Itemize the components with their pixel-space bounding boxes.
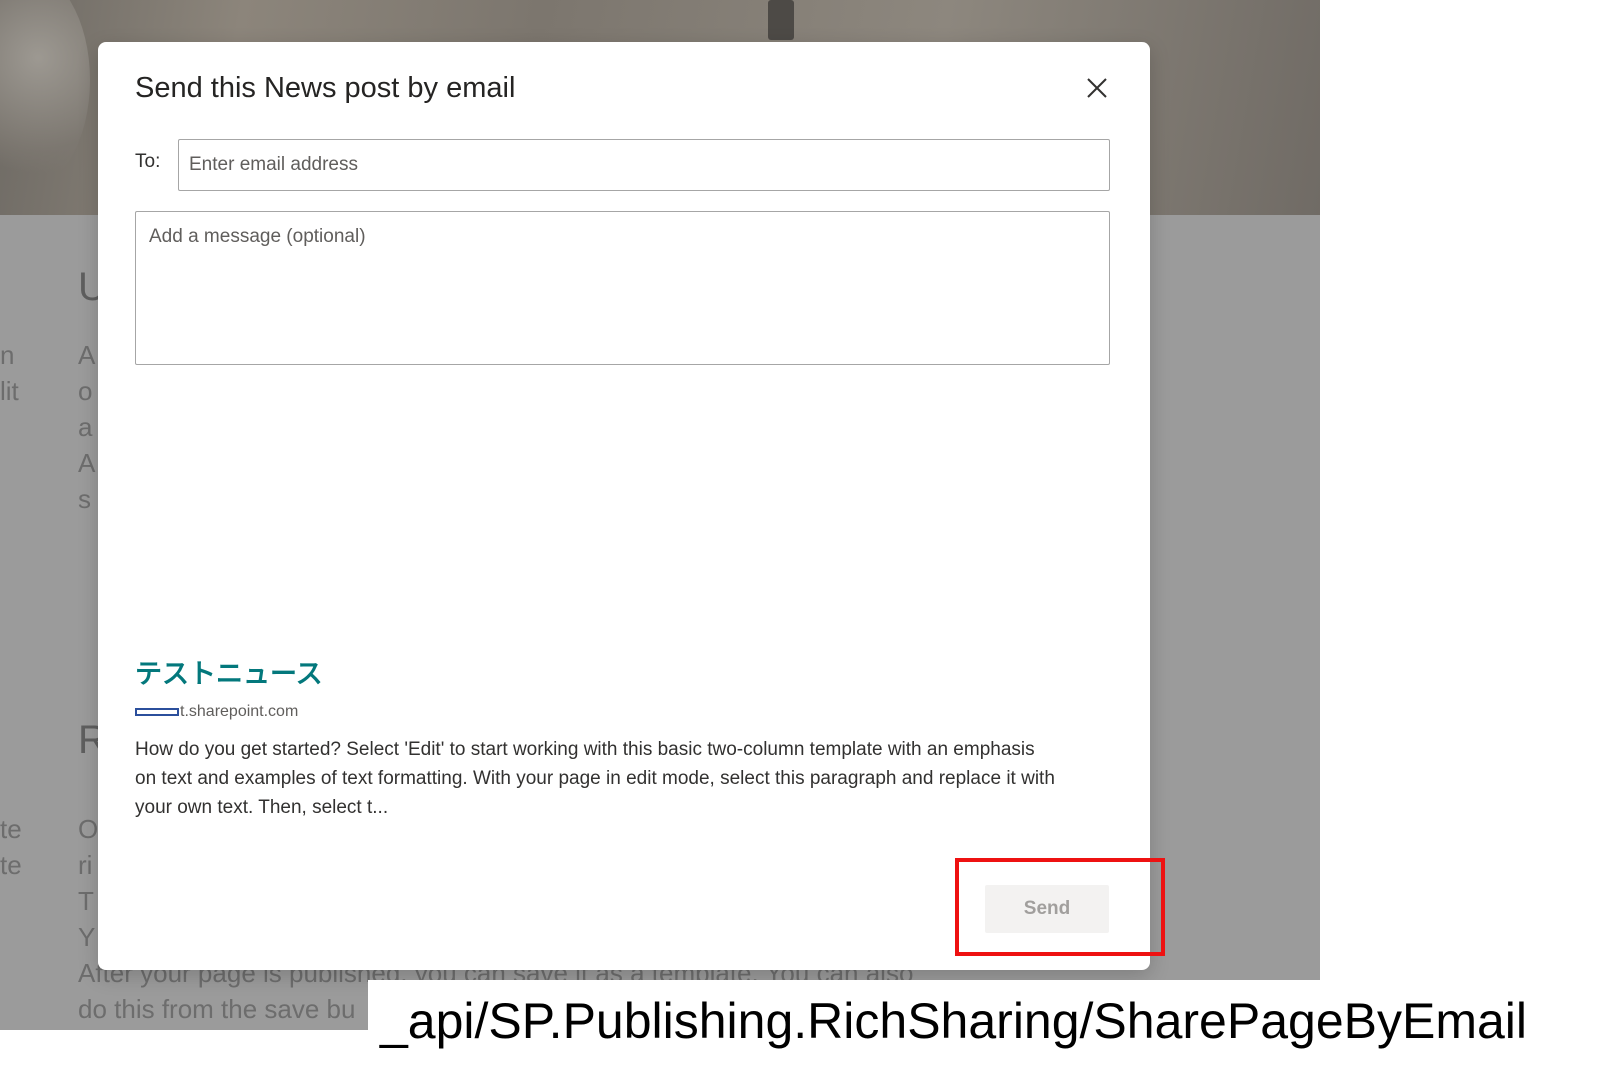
background-text: te [0, 850, 22, 880]
news-preview-site: t.sharepoint.com [135, 703, 298, 721]
background-text: n [0, 340, 15, 370]
redaction-mark [135, 707, 179, 716]
background-text: O [78, 814, 99, 844]
background-text: T [78, 886, 94, 916]
email-address-input[interactable] [178, 139, 1110, 191]
background-text: te [0, 814, 22, 844]
background-text: a [78, 412, 93, 442]
news-preview-description: How do you get started? Select 'Edit' to… [135, 739, 1055, 818]
api-caption: _api/SP.Publishing.RichSharing/SharePage… [368, 980, 1600, 1083]
background-text: A [78, 448, 96, 478]
screenshot-stage: U R n lit te te A o a A s O ri T Y After… [0, 0, 1600, 1083]
hero-image-detail [0, 0, 90, 190]
send-button-highlight [955, 858, 1165, 956]
hero-image-object [768, 0, 794, 40]
dialog-title: Send this News post by email [135, 72, 516, 104]
close-icon [1087, 78, 1107, 98]
background-text: o [78, 376, 93, 406]
background-text: ri [78, 850, 93, 880]
background-text: do this from the save bu [78, 994, 356, 1024]
news-preview-site-text: t.sharepoint.com [180, 703, 299, 720]
api-endpoint-text: _api/SP.Publishing.RichSharing/SharePage… [380, 993, 1527, 1049]
to-label: To: [135, 151, 161, 172]
news-preview-title: テストニュース [135, 659, 323, 690]
background-text: s [78, 484, 91, 514]
background-text: A [78, 340, 96, 370]
close-button[interactable] [1084, 75, 1110, 101]
send-email-dialog: Send this News post by email To: テストニュース… [98, 42, 1150, 970]
message-input[interactable] [135, 211, 1110, 365]
background-text: Y [78, 922, 96, 952]
background-text: lit [0, 376, 19, 406]
